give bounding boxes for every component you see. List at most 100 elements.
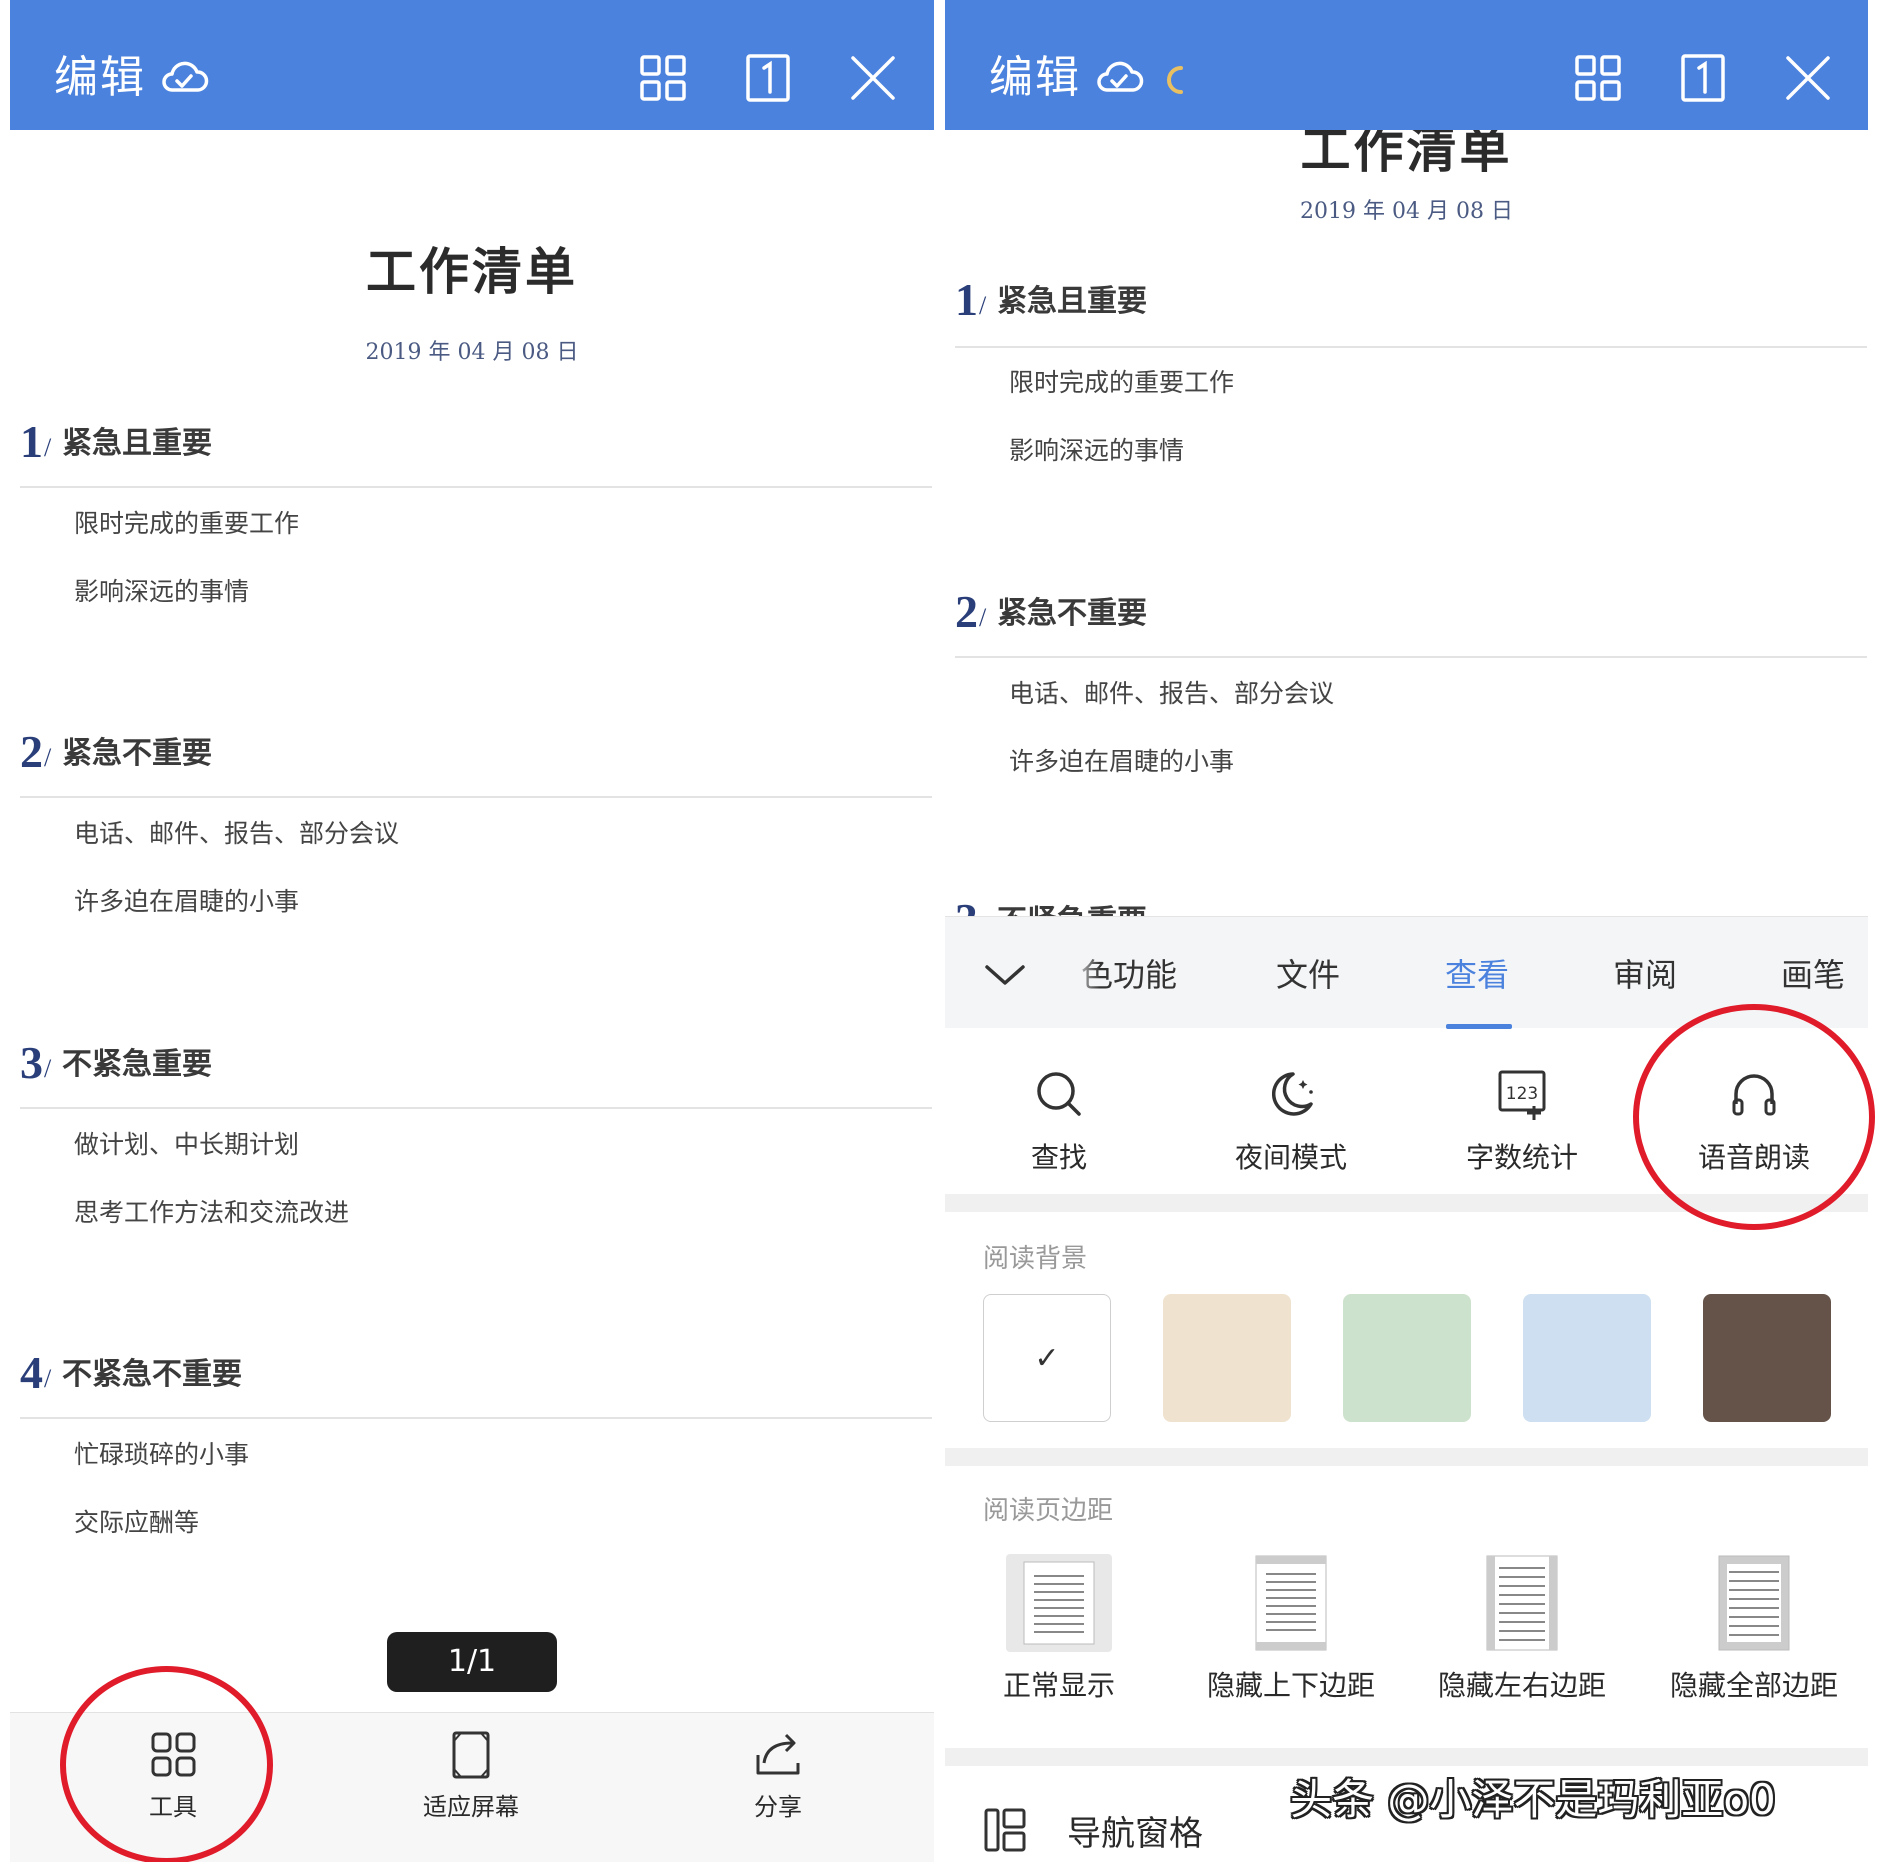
divider	[955, 346, 1867, 348]
tab-review[interactable]: 审阅	[1613, 955, 1677, 995]
divider	[20, 486, 932, 488]
section-slash: /	[44, 1054, 52, 1083]
share-button[interactable]: 分享	[703, 1729, 853, 1839]
section-number: 2	[20, 726, 43, 777]
word-count-button[interactable]: 123 字数统计	[1422, 1066, 1622, 1176]
bg-swatch-blue[interactable]	[1523, 1294, 1651, 1422]
search-icon	[1037, 1072, 1081, 1116]
section-number: 1	[955, 274, 978, 325]
list-item: 限时完成的重要工作	[74, 509, 300, 538]
edit-button[interactable]: 编辑	[989, 50, 1081, 106]
section-slash: /	[44, 1364, 52, 1393]
page-indicator: 1/1	[387, 1632, 557, 1692]
section-title: 紧急且重要	[62, 426, 212, 461]
margin-option-label: 正常显示	[1002, 1669, 1115, 1702]
bg-swatch-green[interactable]	[1343, 1294, 1471, 1422]
page-margin-label: 阅读页边距	[983, 1496, 1114, 1526]
share-label: 分享	[754, 1793, 802, 1821]
fit-screen-button[interactable]: 适应屏幕	[396, 1729, 546, 1839]
list-item: 电话、邮件、报告、部分会议	[74, 819, 400, 848]
cloud-sync-icon[interactable]	[156, 50, 212, 106]
fit-screen-label: 适应屏幕	[423, 1793, 519, 1821]
checkmark-icon: ✓	[1034, 1341, 1060, 1376]
divider	[20, 796, 932, 798]
list-item: 许多迫在眉睫的小事	[1009, 747, 1235, 776]
section-slash: /	[44, 743, 52, 772]
list-item: 做计划、中长期计划	[74, 1130, 300, 1159]
bottom-toolbar: 工具 适应屏幕 分享	[10, 1712, 934, 1862]
night-mode-button[interactable]: 夜间模式	[1191, 1066, 1391, 1176]
bg-swatch-white[interactable]: ✓	[983, 1294, 1111, 1422]
section-slash: /	[44, 433, 52, 462]
section-title: 不紧急不重要	[62, 1357, 242, 1392]
document-date: 2019 年 04 月 08 日	[1300, 199, 1513, 224]
bg-swatch-beige[interactable]	[1163, 1294, 1291, 1422]
section-title: 紧急不重要	[62, 736, 212, 771]
tab-file[interactable]: 文件	[1276, 955, 1340, 995]
svg-text:123: 123	[1506, 1084, 1538, 1104]
tab-pen[interactable]: 画笔	[1781, 955, 1845, 995]
cloud-sync-icon[interactable]	[1091, 50, 1147, 106]
tools-grid-icon	[151, 1732, 196, 1777]
reading-background-label: 阅读背景	[983, 1244, 1088, 1274]
list-item: 忙碌琐碎的小事	[74, 1440, 250, 1469]
page-number-icon[interactable]	[1675, 50, 1731, 106]
margin-hide-leftright-icon	[1486, 1555, 1558, 1651]
top-toolbar: 编辑	[10, 0, 934, 130]
share-icon	[756, 1733, 800, 1775]
loading-spinner-icon	[1163, 50, 1193, 106]
grid-view-icon[interactable]	[635, 50, 691, 106]
document-date: 2019 年 04 月 08 日	[365, 340, 579, 365]
margin-normal-option[interactable]: 正常显示	[959, 1554, 1159, 1704]
left-screenshot: 编辑 工作清单 2019 年 04 月 08 日 1 / 紧急且重要 限时完成的…	[10, 0, 934, 1862]
navigation-pane-label: 导航窗格	[1067, 1814, 1203, 1854]
section-title: 紧急且重要	[997, 284, 1147, 319]
margin-hide-topbottom-option[interactable]: 隐藏上下边距	[1191, 1554, 1391, 1704]
fit-screen-icon	[452, 1731, 490, 1779]
find-button[interactable]: 查找	[959, 1066, 1159, 1176]
margin-hide-leftright-option[interactable]: 隐藏左右边距	[1422, 1554, 1622, 1704]
edit-button[interactable]: 编辑	[54, 50, 146, 106]
navigation-pane-icon	[984, 1808, 1026, 1852]
tools-label: 工具	[149, 1793, 197, 1821]
list-item: 电话、邮件、报告、部分会议	[1009, 679, 1335, 708]
collapse-chevron-icon[interactable]	[981, 951, 1029, 999]
grid-view-icon[interactable]	[1570, 50, 1626, 106]
section-number: 3	[20, 1037, 43, 1088]
section-title: 紧急不重要	[997, 596, 1147, 631]
bg-swatch-brown[interactable]	[1703, 1294, 1831, 1422]
section-slash: /	[979, 291, 987, 320]
view-options-sheet: 色功能 文件 查看 审阅 画笔 查找 夜间模式 123 字数统计 语音朗读 阅读…	[945, 916, 1868, 1862]
night-mode-icon	[1272, 1072, 1313, 1116]
divider	[20, 1417, 932, 1419]
margin-hide-all-icon	[1718, 1555, 1790, 1651]
margin-hide-all-option[interactable]: 隐藏全部边距	[1654, 1554, 1854, 1704]
tab-view[interactable]: 查看	[1445, 955, 1509, 995]
section-separator	[945, 1448, 1868, 1466]
document-title: 工作清单	[366, 243, 578, 301]
list-item: 思考工作方法和交流改进	[74, 1198, 350, 1227]
read-aloud-label: 语音朗读	[1697, 1141, 1810, 1174]
word-count-icon: 123	[1498, 1070, 1546, 1120]
section-slash: /	[979, 603, 987, 632]
page-number-icon[interactable]	[740, 50, 796, 106]
close-icon[interactable]	[845, 50, 901, 106]
margin-option-label: 隐藏左右边距	[1437, 1669, 1606, 1702]
section-number: 2	[955, 586, 978, 637]
top-toolbar: 编辑	[945, 0, 1868, 130]
list-item: 影响深远的事情	[1009, 436, 1185, 465]
word-count-label: 字数统计	[1465, 1141, 1578, 1174]
tools-button[interactable]: 工具	[98, 1729, 248, 1839]
tab-fade	[1070, 927, 1100, 1019]
list-item: 交际应酬等	[74, 1508, 200, 1537]
section-separator	[945, 1748, 1868, 1766]
read-aloud-button[interactable]: 语音朗读	[1654, 1066, 1854, 1176]
divider	[955, 656, 1867, 658]
watermark-text: 头条 @小泽不是玛利亚o0	[1290, 1775, 1776, 1824]
section-title: 不紧急重要	[62, 1047, 212, 1082]
active-tab-indicator	[1446, 1024, 1512, 1029]
margin-hide-topbottom-icon	[1255, 1555, 1327, 1651]
close-icon[interactable]	[1780, 50, 1836, 106]
margin-option-label: 隐藏全部边距	[1669, 1669, 1838, 1702]
list-item: 影响深远的事情	[74, 577, 250, 606]
